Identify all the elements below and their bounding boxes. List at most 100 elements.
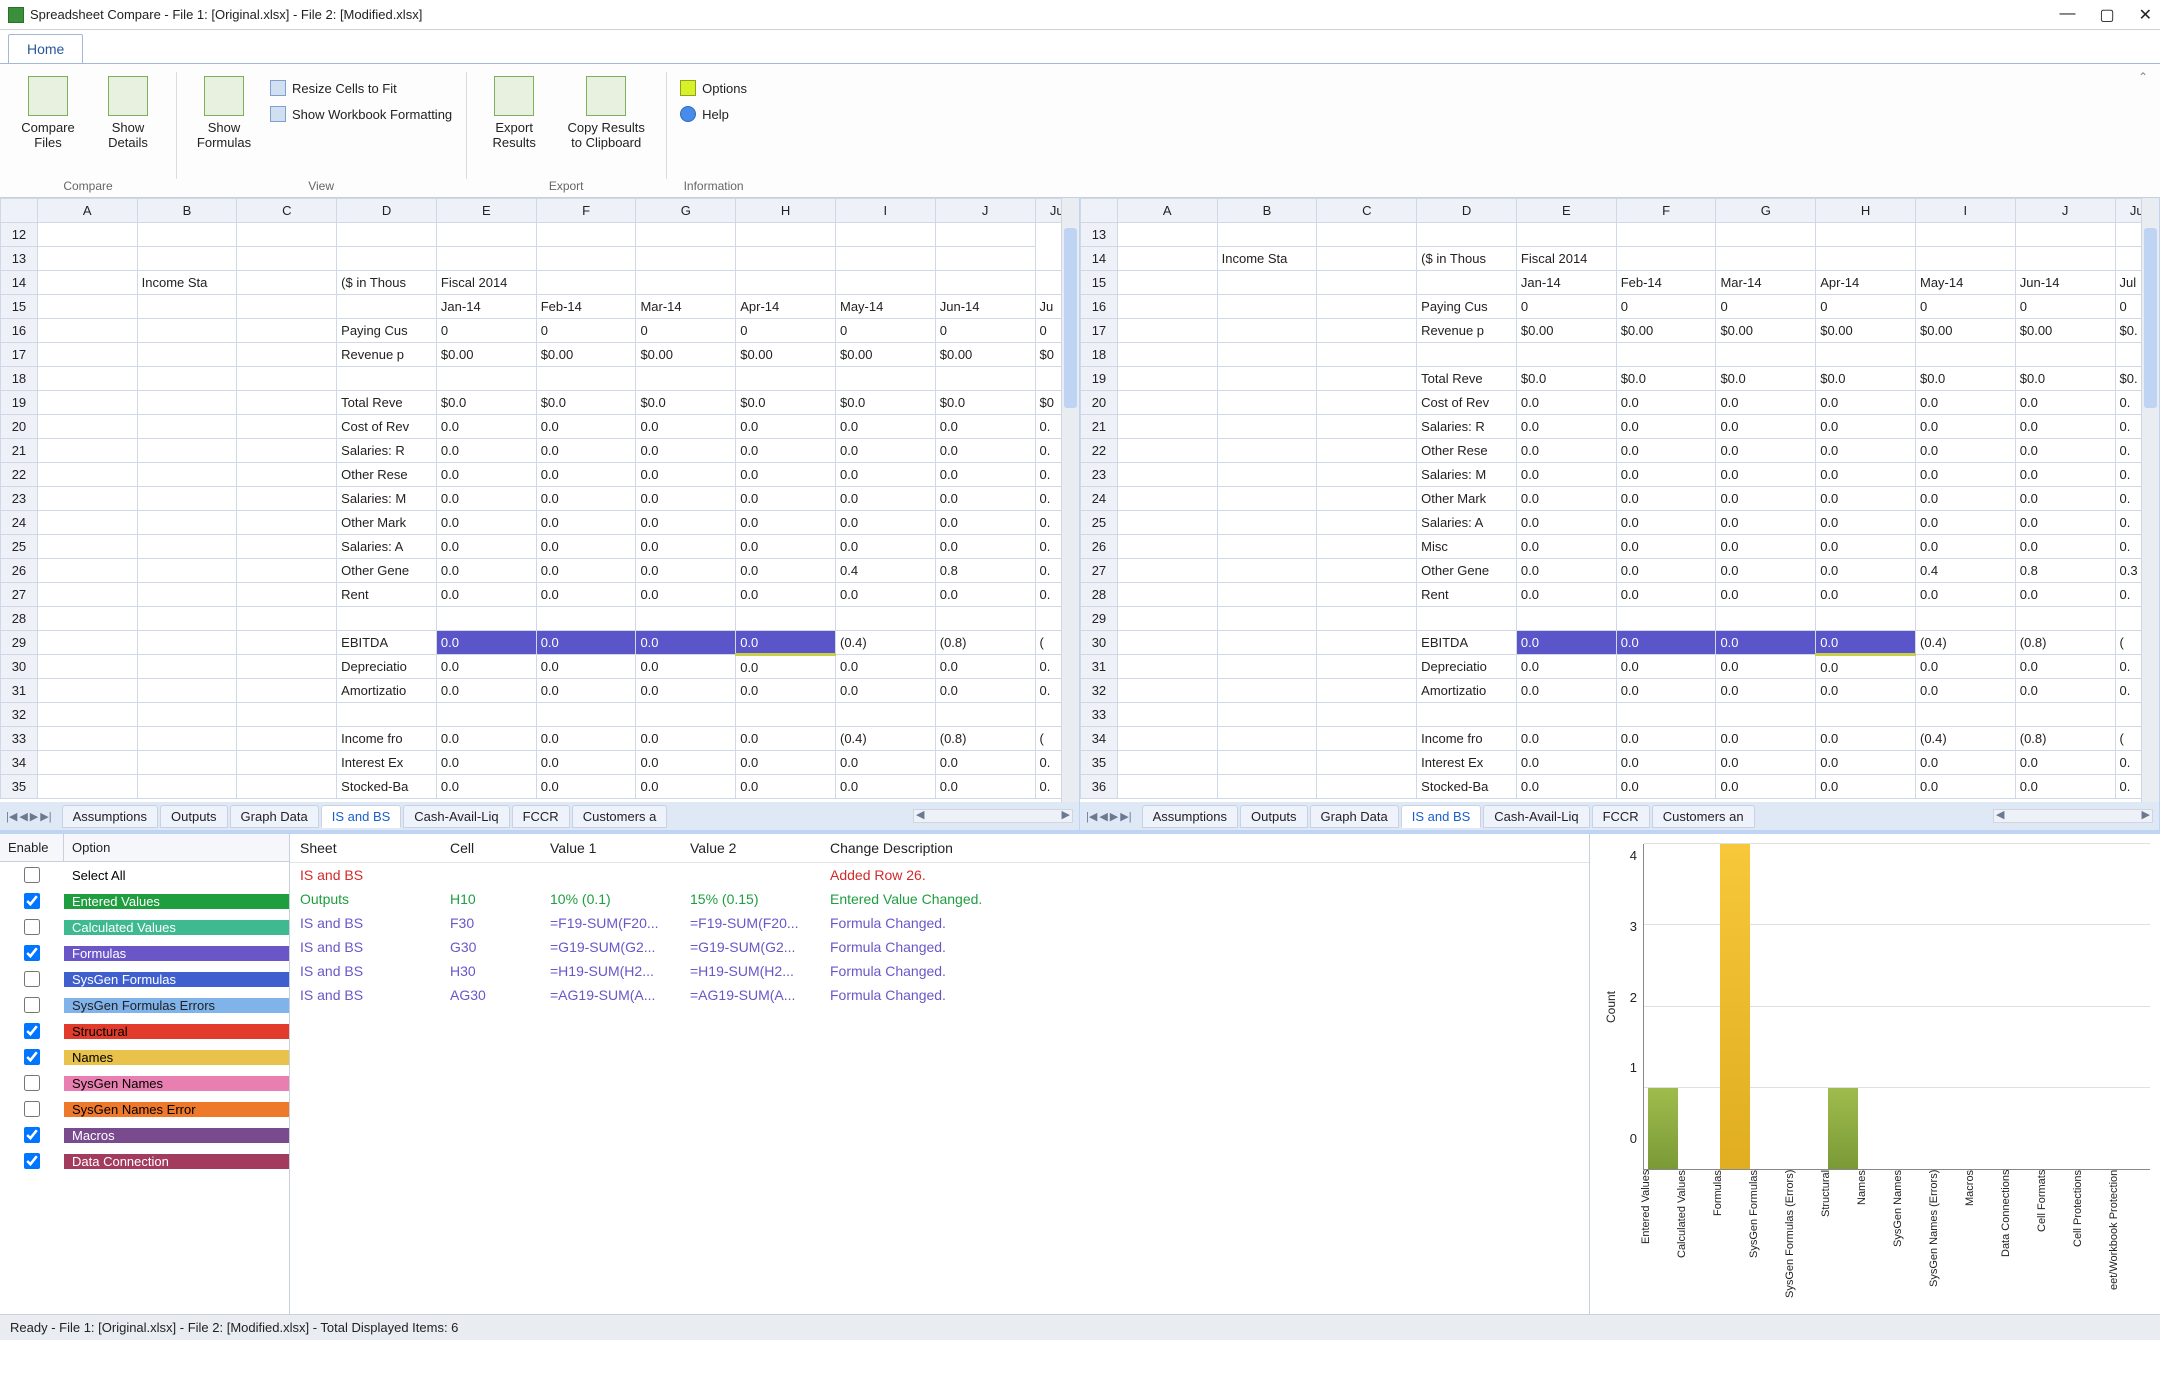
cell[interactable] <box>37 535 137 559</box>
cell[interactable] <box>1716 703 1816 727</box>
cell[interactable]: 0 <box>2015 295 2115 319</box>
cell[interactable] <box>736 247 836 271</box>
cell[interactable]: 0.0 <box>436 655 536 679</box>
cell[interactable] <box>1317 679 1417 703</box>
row-header[interactable]: 13 <box>1 247 38 271</box>
col-header[interactable]: C <box>237 199 337 223</box>
row-header[interactable]: 19 <box>1 391 38 415</box>
cell[interactable]: 0.0 <box>436 535 536 559</box>
row-header[interactable]: 18 <box>1 367 38 391</box>
tab-nav-next[interactable]: ▶ <box>1110 810 1118 823</box>
cell[interactable] <box>237 223 337 247</box>
cell[interactable]: 0.0 <box>636 535 736 559</box>
cell[interactable]: 0.4 <box>1915 559 2015 583</box>
cell[interactable] <box>436 703 536 727</box>
cell[interactable] <box>1317 391 1417 415</box>
cell[interactable] <box>2015 343 2115 367</box>
cell[interactable] <box>835 607 935 631</box>
cell[interactable]: EBITDA <box>1417 631 1517 655</box>
cell[interactable]: 0.0 <box>1616 463 1716 487</box>
cell[interactable] <box>1317 559 1417 583</box>
cell[interactable] <box>37 751 137 775</box>
minimize-button[interactable]: — <box>2059 5 2075 25</box>
option-label[interactable]: SysGen Names <box>64 1076 289 1091</box>
tab-nav-first[interactable]: |◀ <box>1086 810 1097 823</box>
cell[interactable]: Depreciatio <box>337 655 437 679</box>
row-header[interactable]: 29 <box>1081 607 1118 631</box>
cell[interactable]: 0.0 <box>736 487 836 511</box>
cell[interactable]: May-14 <box>835 295 935 319</box>
cell[interactable] <box>1117 415 1217 439</box>
cell[interactable]: 0.0 <box>736 415 836 439</box>
cell[interactable] <box>1317 439 1417 463</box>
cell[interactable]: 0.0 <box>1516 631 1616 655</box>
cell[interactable]: 0 <box>1816 295 1916 319</box>
cell[interactable]: 0.0 <box>1816 535 1916 559</box>
sheet-tab[interactable]: Cash-Avail-Liq <box>1483 805 1589 828</box>
cell[interactable] <box>1217 463 1317 487</box>
option-label[interactable]: SysGen Names Error <box>64 1102 289 1117</box>
cell[interactable] <box>237 487 337 511</box>
cell[interactable]: $0.0 <box>1816 367 1916 391</box>
cell[interactable]: 0.0 <box>835 655 935 679</box>
cell[interactable]: 0.0 <box>636 751 736 775</box>
cell[interactable]: 0.0 <box>835 511 935 535</box>
cell[interactable]: 0.0 <box>935 511 1035 535</box>
tab-nav-first[interactable]: |◀ <box>6 810 17 823</box>
tab-nav-prev[interactable]: ◀ <box>19 810 27 823</box>
cell[interactable]: 0.0 <box>935 655 1035 679</box>
cell[interactable]: 0.0 <box>2015 751 2115 775</box>
col-header[interactable]: H <box>736 199 836 223</box>
cell[interactable] <box>1816 343 1916 367</box>
cell[interactable]: 0.0 <box>1716 415 1816 439</box>
cell[interactable] <box>237 727 337 751</box>
cell[interactable]: 0.0 <box>935 415 1035 439</box>
cell[interactable] <box>337 223 437 247</box>
option-label[interactable]: Names <box>64 1050 289 1065</box>
cell[interactable] <box>1117 655 1217 679</box>
cell[interactable] <box>37 631 137 655</box>
cell[interactable] <box>1217 223 1317 247</box>
cell[interactable]: 0.0 <box>1516 655 1616 679</box>
cell[interactable] <box>37 583 137 607</box>
cell[interactable]: Stocked-Ba <box>1417 775 1517 799</box>
sheet-tab[interactable]: Customers a <box>572 805 668 828</box>
cell[interactable] <box>736 703 836 727</box>
cell[interactable]: 0.0 <box>1516 439 1616 463</box>
cell[interactable]: Rent <box>337 583 437 607</box>
cell[interactable] <box>237 295 337 319</box>
cell[interactable] <box>1117 751 1217 775</box>
row-header[interactable]: 17 <box>1081 319 1118 343</box>
option-label[interactable]: Select All <box>64 868 289 883</box>
option-label[interactable]: Formulas <box>64 946 289 961</box>
cell[interactable]: 0.0 <box>636 775 736 799</box>
tab-nav-last[interactable]: ▶| <box>1120 810 1131 823</box>
option-label[interactable]: Calculated Values <box>64 920 289 935</box>
cell[interactable] <box>835 247 935 271</box>
row-header[interactable]: 31 <box>1081 655 1118 679</box>
cell[interactable]: (0.8) <box>2015 631 2115 655</box>
cell[interactable]: Other Rese <box>1417 439 1517 463</box>
cell[interactable]: 0.0 <box>536 775 636 799</box>
cell[interactable] <box>1217 751 1317 775</box>
cell[interactable]: $0.00 <box>736 343 836 367</box>
cell[interactable]: 0.0 <box>536 415 636 439</box>
cell[interactable] <box>37 607 137 631</box>
option-checkbox[interactable] <box>24 997 40 1013</box>
col-header[interactable]: D <box>337 199 437 223</box>
cell[interactable] <box>37 487 137 511</box>
cell[interactable] <box>1117 679 1217 703</box>
col-header[interactable]: F <box>1616 199 1716 223</box>
cell[interactable]: Cost of Rev <box>1417 391 1517 415</box>
left-grid[interactable]: ABCDEFGHIJJu121314Income Sta($ in ThousF… <box>0 198 1079 799</box>
cell[interactable]: 0.0 <box>436 631 536 655</box>
cell[interactable]: 0.0 <box>1716 751 1816 775</box>
cell[interactable] <box>1317 631 1417 655</box>
row-header[interactable]: 23 <box>1081 463 1118 487</box>
cell[interactable]: 0.0 <box>2015 583 2115 607</box>
cell[interactable] <box>1915 247 2015 271</box>
cell[interactable]: $0.00 <box>536 343 636 367</box>
cell[interactable]: 0.0 <box>436 487 536 511</box>
cell[interactable] <box>1117 343 1217 367</box>
row-header[interactable]: 18 <box>1081 343 1118 367</box>
